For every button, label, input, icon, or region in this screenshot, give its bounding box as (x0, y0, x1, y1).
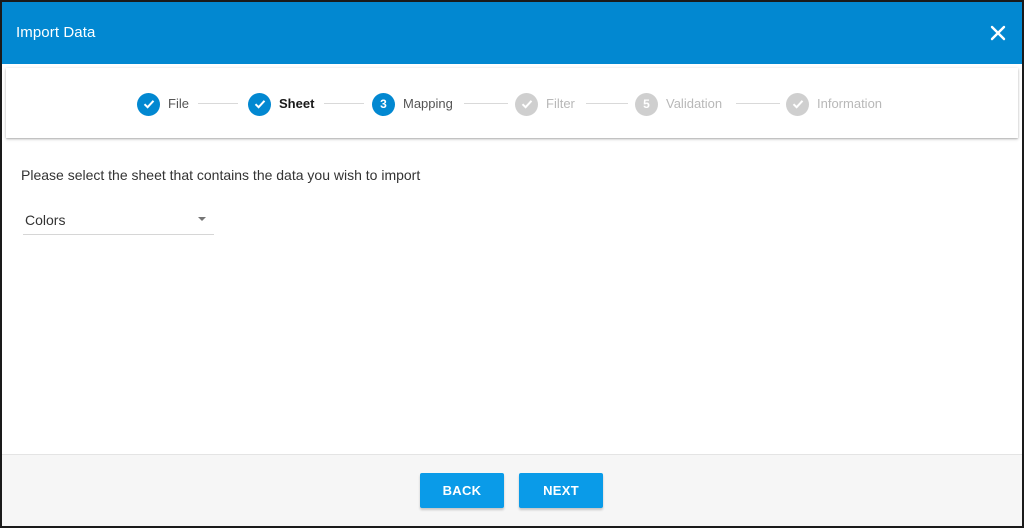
instruction-text: Please select the sheet that contains th… (21, 167, 421, 183)
close-icon[interactable] (988, 23, 1008, 43)
step-connector (324, 103, 364, 104)
dropdown-arrow-icon (198, 217, 206, 221)
step-filter: Filter (515, 92, 575, 116)
step-label: Filter (546, 96, 575, 111)
dialog-footer: BACK NEXT (2, 454, 1022, 526)
step-number: 3 (372, 92, 395, 116)
step-label: Information (817, 96, 883, 111)
step-label: Sheet (279, 96, 315, 111)
check-icon (515, 92, 538, 116)
import-stepper: File Sheet 3 Mapping Filter 5 Validation (6, 68, 1018, 138)
step-label: Mapping (403, 96, 453, 111)
next-button[interactable]: NEXT (519, 473, 603, 508)
step-label: Validation (666, 96, 723, 111)
dialog-titlebar: Import Data (2, 2, 1022, 64)
check-icon (786, 92, 809, 116)
import-data-dialog: Import Data File Sheet 3 Mapping Filter … (0, 0, 1024, 528)
step-connector (198, 103, 238, 104)
step-label: File (168, 96, 189, 111)
step-number: 5 (635, 92, 658, 116)
sheet-select[interactable]: Colors (23, 208, 214, 235)
step-mapping[interactable]: 3 Mapping (372, 92, 453, 116)
step-validation: 5 Validation (635, 92, 722, 116)
step-file[interactable]: File (137, 92, 189, 116)
dialog-title: Import Data (16, 24, 96, 41)
step-connector (464, 103, 508, 104)
step-information: Information (786, 92, 882, 116)
step-connector (586, 103, 628, 104)
step-connector (736, 103, 780, 104)
check-icon (248, 92, 271, 116)
step-sheet[interactable]: Sheet (248, 92, 314, 116)
sheet-select-value: Colors (25, 212, 66, 228)
check-icon (137, 92, 160, 116)
back-button[interactable]: BACK (420, 473, 504, 508)
